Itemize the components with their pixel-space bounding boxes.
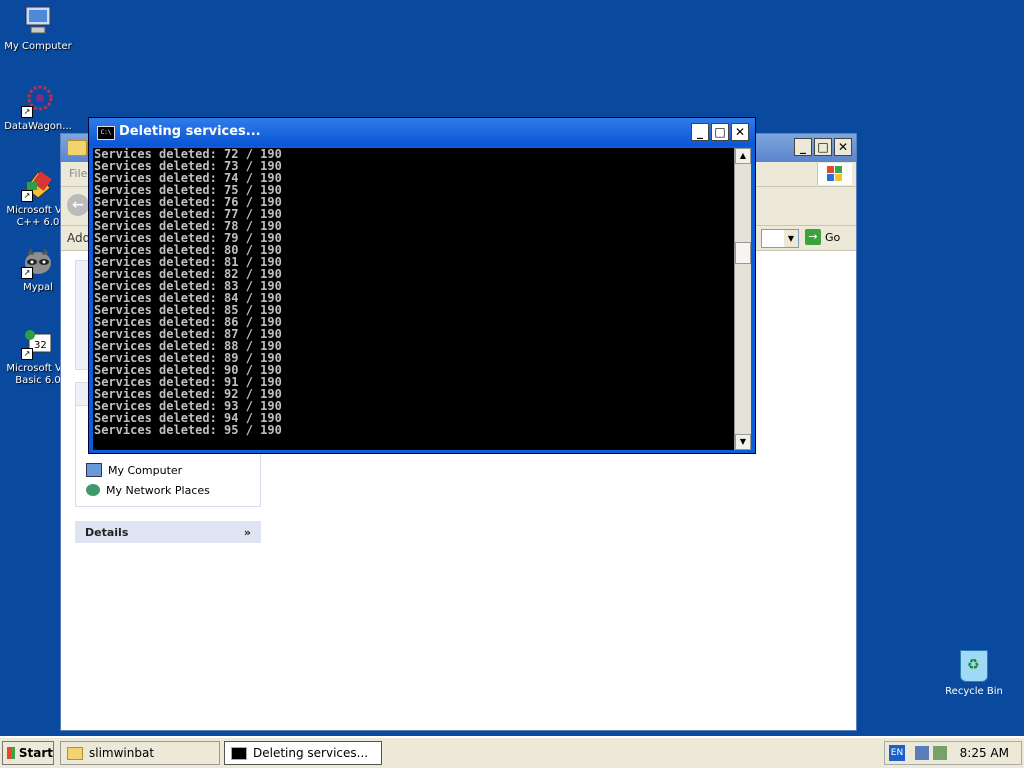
start-label: Start [18,746,53,760]
tray-app-icon[interactable] [933,746,947,760]
command-prompt-icon [231,746,247,760]
desktop-icon-datawagon[interactable]: ↗ DataWagon... [0,84,78,133]
go-arrow-icon: → [805,229,821,245]
network-icon[interactable] [915,746,929,760]
scroll-up-icon[interactable]: ▲ [735,148,751,164]
back-arrow-icon[interactable]: ← [67,194,89,216]
folder-icon [67,140,87,156]
taskbar-item-label: slimwinbat [89,746,155,760]
dropdown-arrow-icon[interactable]: ▼ [784,230,798,247]
shortcut-arrow-icon: ↗ [21,348,33,360]
close-button[interactable]: ✕ [731,123,749,141]
side-link-label: My Computer [108,463,183,477]
details-label: Details [85,525,129,539]
scroll-thumb[interactable] [735,242,751,264]
folder-icon [67,746,83,760]
maximize-button[interactable]: □ [814,138,832,156]
go-label: Go [825,230,841,244]
desktop-icon-recycle-bin[interactable]: Recycle Bin [936,650,1012,697]
side-link-my-computer[interactable]: My Computer [86,460,250,480]
start-button[interactable]: Start [2,741,54,765]
taskbar-item-deleting-services[interactable]: Deleting services... [224,741,382,765]
command-prompt-icon: C:\ [97,126,115,140]
console-title: Deleting services... [119,124,261,139]
console-title-bar[interactable]: C:\ Deleting services... _ □ ✕ [89,118,755,146]
side-link-my-network-places[interactable]: My Network Places [86,480,250,500]
taskbar: Start slimwinbat Deleting services... EN… [0,736,1024,768]
recycle-bin-icon [960,650,988,682]
clock: 8:25 AM [959,746,1009,760]
system-tray: EN 8:25 AM [884,741,1022,765]
language-indicator[interactable]: EN [889,745,905,761]
taskbar-item-label: Deleting services... [253,746,369,760]
side-link-label: My Network Places [106,483,210,497]
svg-text:32: 32 [34,340,47,351]
details-section-header[interactable]: Details » [75,521,261,543]
console-window[interactable]: C:\ Deleting services... _ □ ✕ Services … [88,117,756,454]
scroll-down-icon[interactable]: ▼ [735,434,751,450]
maximize-button[interactable]: □ [711,123,729,141]
my-computer-icon [86,463,102,477]
shortcut-arrow-icon: ↗ [21,106,33,118]
desktop-icon-label: DataWagon... [4,121,72,132]
address-input[interactable]: ▼ [761,229,799,248]
minimize-button[interactable]: _ [691,123,709,141]
windows-logo-icon [817,163,852,185]
taskbar-item-slimwinbat[interactable]: slimwinbat [60,741,220,765]
chevron-down-icon[interactable]: » [244,526,251,539]
minimize-button[interactable]: _ [794,138,812,156]
console-output: Services deleted: 72 / 190 Services delet… [93,148,738,450]
shortcut-arrow-icon: ↗ [21,267,33,279]
console-scrollbar[interactable]: ▲ ▼ [734,148,751,450]
desktop-icon-label: My Computer [4,41,72,52]
visual-cpp-icon: ↗ [21,168,55,202]
console-line: Services deleted: 95 / 190 [94,423,282,437]
mypal-raccoon-icon: ↗ [21,245,55,279]
datawagon-icon: ↗ [21,84,55,118]
go-button[interactable]: → Go [805,229,840,245]
menu-file[interactable]: File [69,167,87,180]
my-computer-icon [21,4,55,38]
visual-basic-icon: 32 ↗ [21,326,55,360]
windows-logo-icon [7,747,15,759]
shortcut-arrow-icon: ↗ [21,190,33,202]
address-label: Add [67,231,91,245]
close-button[interactable]: ✕ [834,138,852,156]
desktop-icon-label: Recycle Bin [945,686,1003,697]
desktop-icon-my-computer[interactable]: My Computer [0,4,78,53]
network-places-icon [86,484,100,496]
